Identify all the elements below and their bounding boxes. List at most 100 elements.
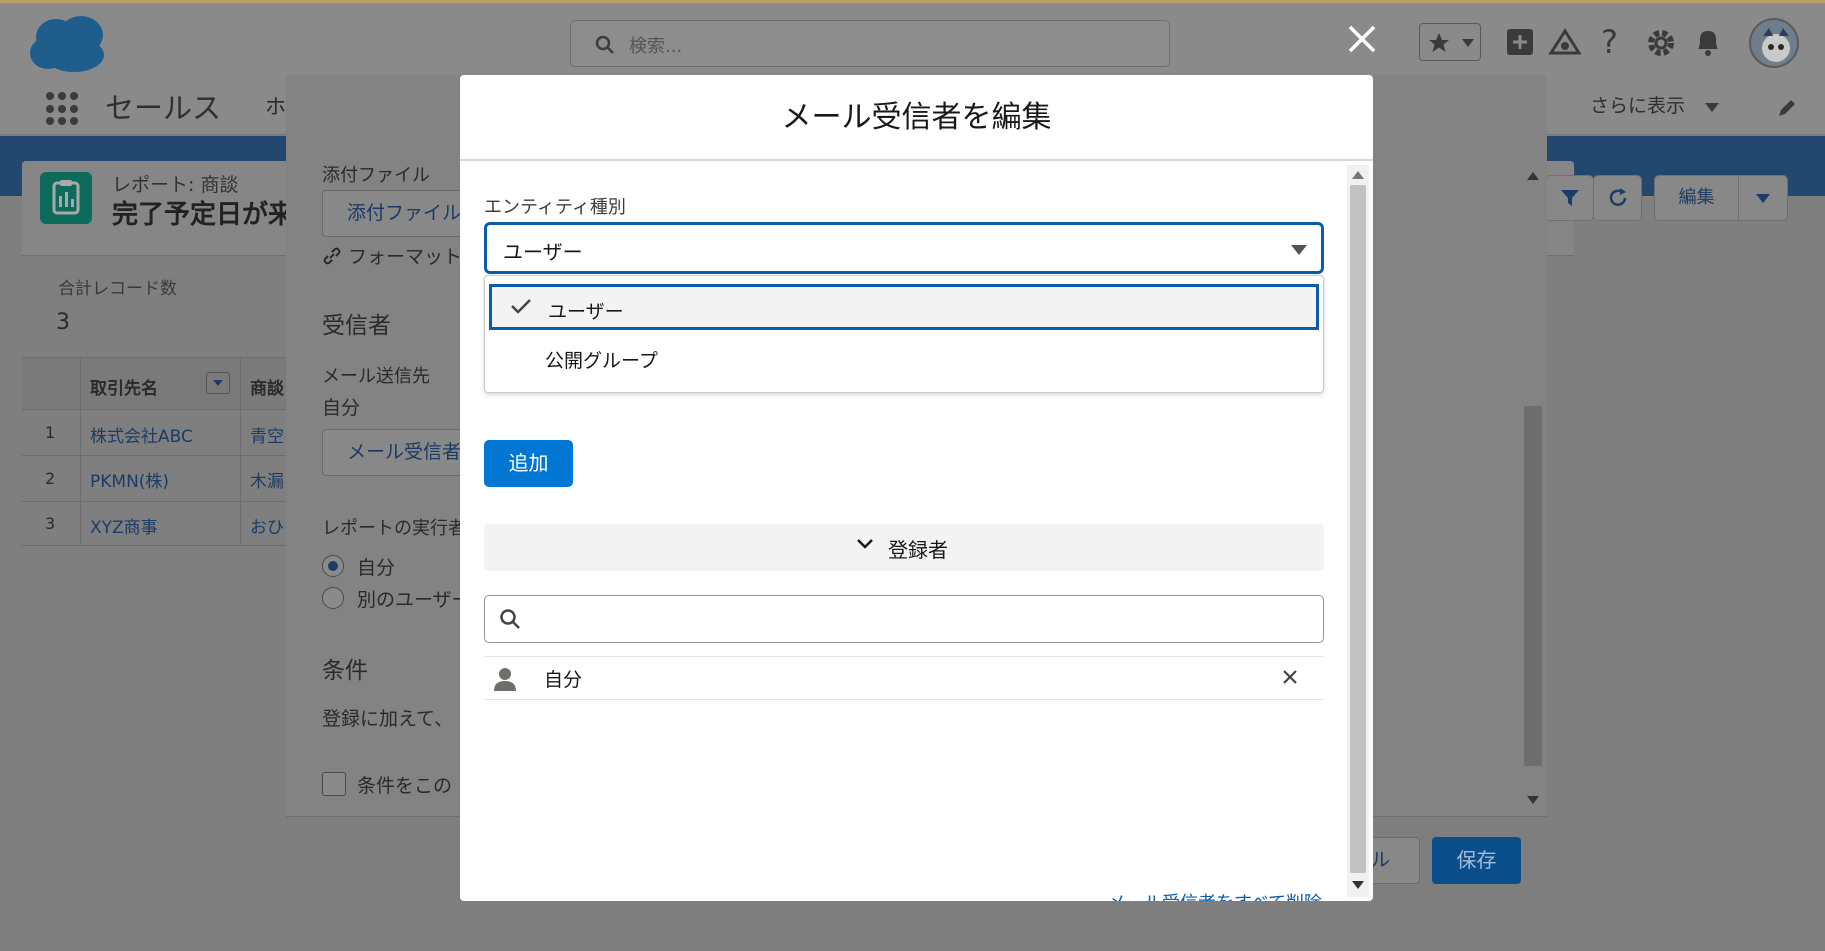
filter-icon [1560,190,1579,206]
close-icon[interactable] [1345,22,1379,56]
scroll-up-arrow-icon [1352,171,1364,179]
entity-type-value: ユーザー [503,240,583,264]
row-account-link[interactable]: 株式会社ABC [90,422,193,447]
save-button[interactable]: 保存 [1432,837,1521,884]
bell-icon[interactable] [1694,27,1722,57]
run-as-label: レポートの実行者 [322,518,466,539]
format-link-label: フォーマット [348,246,463,268]
search-icon [500,609,520,629]
scroll-down-arrow-icon [1527,796,1539,804]
option-public-group-label: 公開グループ [545,350,658,372]
column-header-account[interactable]: 取引先名 [90,374,158,399]
subscribers-section-title: 登録者 [888,538,948,562]
search-icon [595,35,614,54]
salesforce-logo[interactable] [26,15,114,73]
attachment-label: 添付ファイル [322,165,430,186]
more-tabs-label: さらに表示 [1590,95,1686,117]
edit-report-button[interactable]: 編集 [1654,175,1739,221]
scroll-thumb[interactable] [1524,406,1542,766]
nav-tab-home[interactable]: ホ [265,91,286,121]
row-account-link[interactable]: XYZ商事 [90,513,158,538]
subscribe-modal-scrollbar[interactable] [1522,168,1544,808]
global-search-input[interactable]: 検索... [570,20,1170,67]
chevron-down-icon [213,380,223,386]
report-icon [40,172,92,224]
conditions-checkbox[interactable] [322,772,346,796]
option-user-label: ユーザー [548,301,624,323]
edit-menu-button[interactable] [1738,175,1788,221]
avatar[interactable] [1749,18,1799,68]
global-header: 検索... ? [0,0,1825,77]
run-as-other-label: 別のユーザー [357,589,471,611]
scroll-thumb[interactable] [1350,185,1366,873]
check-icon [511,299,531,314]
conditions-checkbox-label: 条件をこの [357,775,453,797]
edit-nav-pencil-icon[interactable] [1776,97,1798,119]
run-as-other-radio[interactable] [322,587,344,609]
edit-recipients-modal: メール受信者を編集 エンティティ種別 ユーザー ユーザー 公開グループ 追加 登… [460,75,1373,901]
entity-type-label: エンティティ種別 [484,197,626,218]
scroll-down-arrow-icon [1352,881,1364,889]
edit-report-label: 編集 [1678,187,1715,208]
option-user[interactable]: ユーザー [489,284,1319,330]
record-count-label: 合計レコード数 [58,279,177,299]
modal-header: メール受信者を編集 [460,75,1373,161]
column-divider [80,357,81,545]
attachment-button-label: 添付ファイル [347,202,462,224]
entity-type-listbox: ユーザー 公開グループ [484,275,1324,393]
entity-type-combobox[interactable]: ユーザー [484,222,1324,274]
trailhead-icon[interactable] [1548,27,1582,57]
close-icon[interactable] [1282,669,1298,685]
row-account-link[interactable]: PKMN(株) [90,467,169,492]
remove-all-link[interactable]: メール受信者をすべて削除 [1108,889,1322,901]
chevron-down-icon [1462,39,1474,47]
more-tabs-menu[interactable]: さらに表示 [1590,91,1720,118]
row-divider [22,455,292,456]
refresh-icon [1609,188,1626,206]
conditions-heading: 条件 [322,658,368,684]
astro-avatar-icon [1762,28,1790,62]
user-icon [494,668,516,691]
star-icon [1429,33,1449,52]
row-number: 1 [45,423,56,442]
row-opportunity-link[interactable]: 青空 [250,422,284,447]
format-link[interactable]: フォーマット [322,242,462,269]
modal-scrollbar[interactable] [1347,165,1369,897]
caret-down-icon [1291,245,1307,255]
app-launcher-icon[interactable] [46,92,80,126]
record-count-value: 3 [56,310,70,335]
link-icon [323,247,341,265]
add-button[interactable]: 追加 [484,440,573,487]
cancel-button-label: ル [1371,849,1391,871]
run-as-self-label: 自分 [357,557,396,579]
subscriber-search-input[interactable] [484,595,1324,643]
send-to-label: メール送信先 [322,366,430,387]
scroll-up-arrow-icon [1527,172,1539,180]
row-number: 3 [45,514,56,533]
column-divider [240,357,241,545]
app-name: セールス [105,91,222,125]
gear-icon[interactable] [1646,28,1676,58]
refresh-button[interactable] [1593,175,1642,221]
conditions-text: 登録に加えて、 [322,708,454,730]
send-to-value: 自分 [322,397,361,419]
filter-button[interactable] [1545,175,1594,221]
chevron-down-icon [1705,103,1720,112]
chevron-down-icon [857,539,873,549]
column-header-opportunity[interactable]: 商談 [250,374,284,399]
edit-recipients-label: メール受信者 [347,441,462,463]
column-menu-button[interactable] [206,372,230,394]
search-placeholder: 検索... [629,36,683,57]
row-divider [22,545,292,546]
row-number: 2 [45,469,56,488]
favorites-button[interactable] [1419,23,1481,61]
member-name: 自分 [544,669,583,691]
subscribers-section-toggle[interactable]: 登録者 [484,524,1324,571]
row-opportunity-link[interactable]: おひ [250,513,284,538]
option-public-group[interactable]: 公開グループ [489,336,1319,382]
global-actions-icon[interactable] [1505,25,1541,59]
svg-text:?: ? [1601,25,1618,59]
help-icon[interactable]: ? [1598,25,1624,59]
run-as-self-radio[interactable] [322,555,344,577]
row-opportunity-link[interactable]: 木漏 [250,467,284,492]
